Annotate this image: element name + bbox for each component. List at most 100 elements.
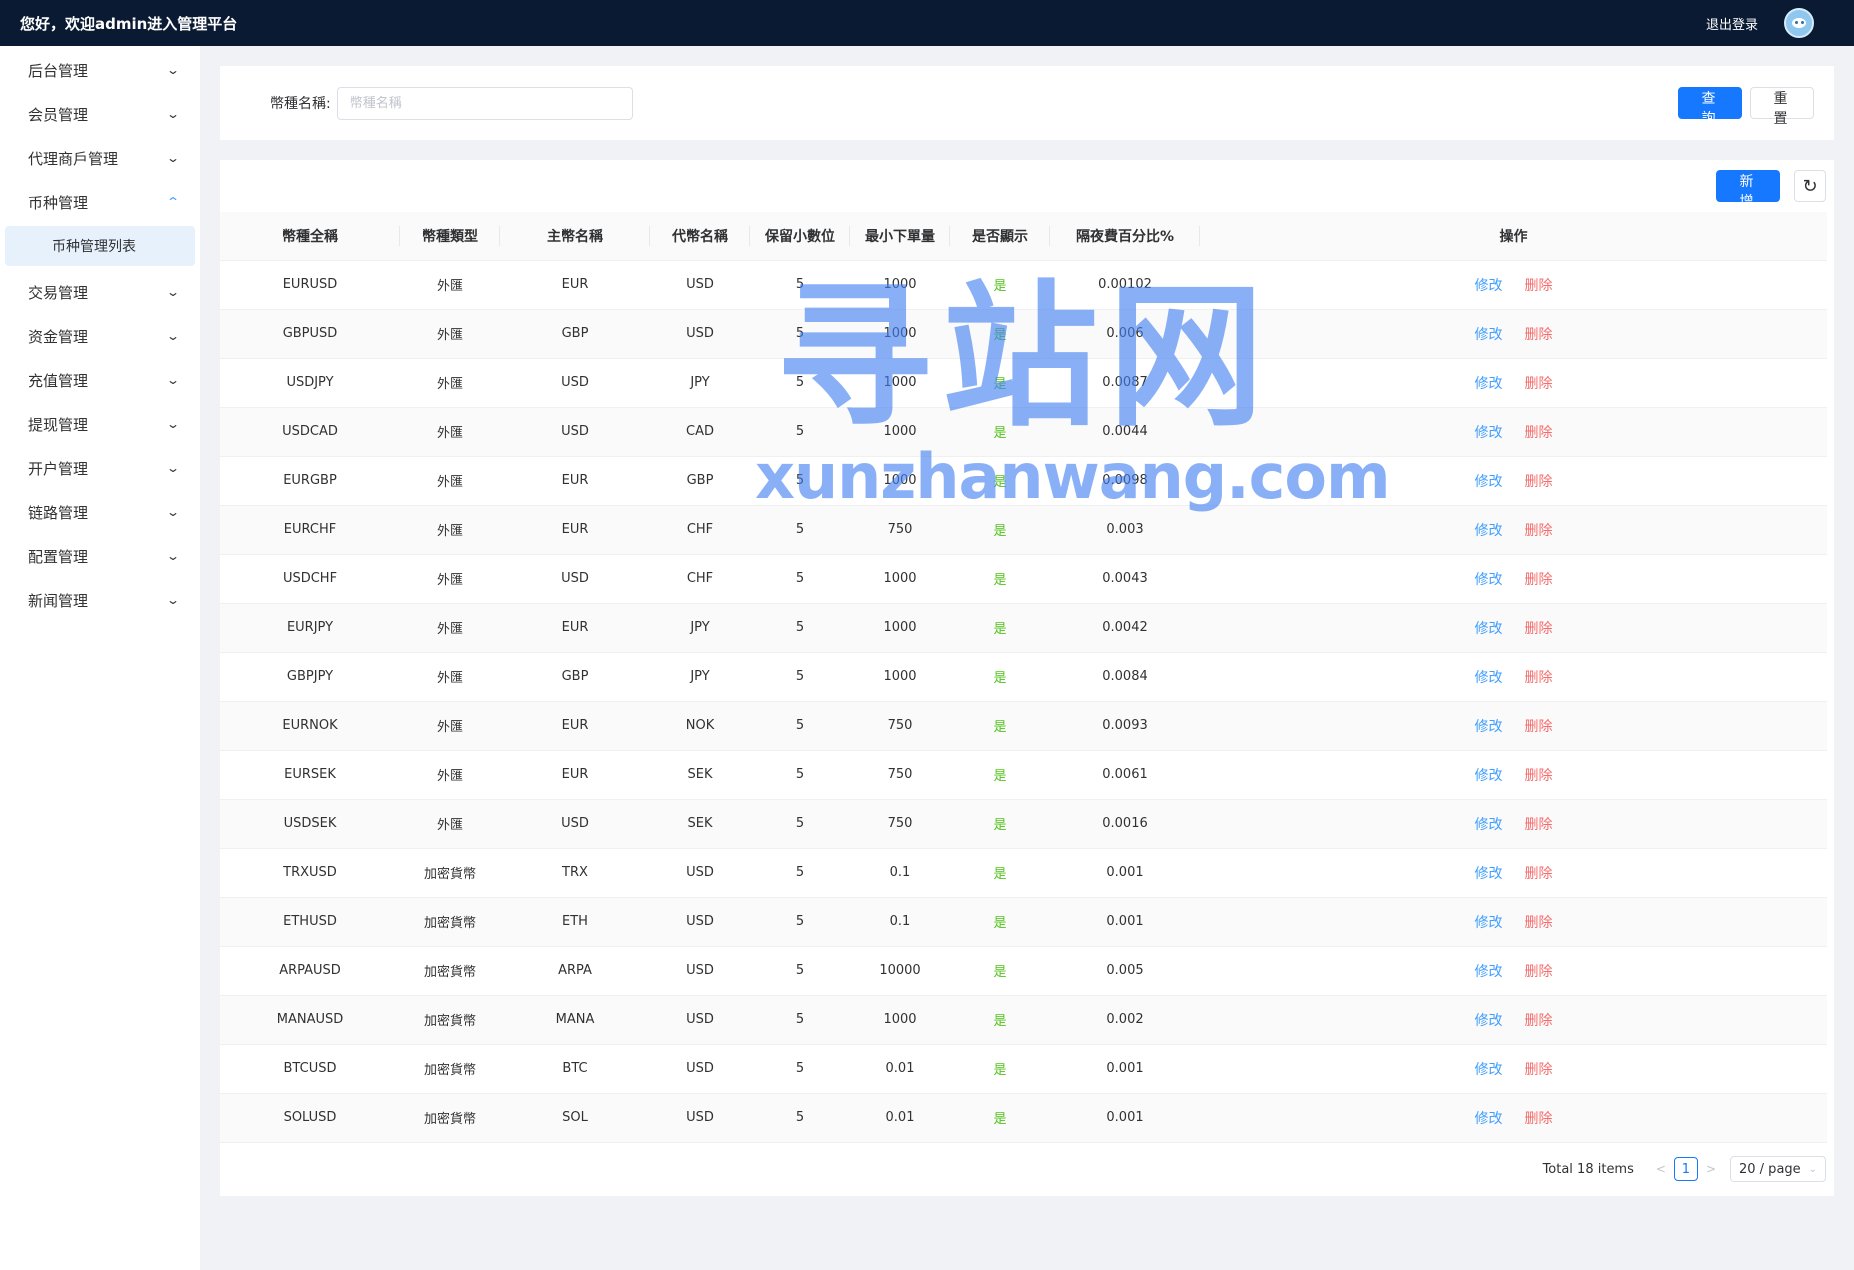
sidebar-item-funds[interactable]: 资金管理 ⌄ xyxy=(0,314,200,358)
sidebar-item-account-open[interactable]: 开户管理 ⌄ xyxy=(0,446,200,490)
sidebar-item-currency[interactable]: 币种管理 ⌃ xyxy=(0,180,200,224)
table-cell: USD xyxy=(500,554,650,604)
table-cell: EUR xyxy=(500,603,650,653)
query-button[interactable]: 查詢 xyxy=(1678,87,1742,127)
edit-link[interactable]: 修改 xyxy=(1475,327,1503,343)
table-cell: 0.0044 xyxy=(1050,407,1200,457)
sidebar-item-config[interactable]: 配置管理 ⌄ xyxy=(0,534,200,578)
delete-link[interactable]: 删除 xyxy=(1525,768,1553,784)
sidebar-item-trading[interactable]: 交易管理 ⌄ xyxy=(0,270,200,314)
next-page-icon[interactable]: > xyxy=(1706,1162,1716,1176)
table-cell: EURCHF xyxy=(220,505,400,555)
chevron-down-icon: ⌄ xyxy=(165,107,181,121)
page-number[interactable]: 1 xyxy=(1673,1157,1698,1181)
edit-link[interactable]: 修改 xyxy=(1475,523,1503,539)
delete-link[interactable]: 删除 xyxy=(1525,523,1553,539)
column-header: 隔夜費百分比% xyxy=(1050,212,1200,261)
sidebar-item-withdraw[interactable]: 提现管理 ⌄ xyxy=(0,402,200,446)
chevron-down-icon: ⌄ xyxy=(165,461,181,475)
table-cell: USD xyxy=(650,848,750,898)
edit-link[interactable]: 修改 xyxy=(1475,817,1503,833)
edit-link[interactable]: 修改 xyxy=(1475,1013,1503,1029)
table-cell: 0.006 xyxy=(1050,309,1200,359)
sidebar-item-label: 提现管理 xyxy=(28,415,89,434)
sidebar-item-members[interactable]: 会员管理 ⌄ xyxy=(0,92,200,136)
delete-link[interactable]: 删除 xyxy=(1525,866,1553,882)
table-cell: 5 xyxy=(750,407,850,457)
table-cell: 1000 xyxy=(850,456,950,506)
add-button[interactable]: 新增 xyxy=(1716,170,1780,210)
sidebar-item-agents[interactable]: 代理商戶管理 ⌄ xyxy=(0,136,200,180)
currency-name-label: 幣種名稱: xyxy=(270,96,331,112)
edit-link[interactable]: 修改 xyxy=(1475,278,1503,294)
delete-link[interactable]: 删除 xyxy=(1525,327,1553,343)
currency-table: 幣種全稱 幣種類型 主幣名稱 代幣名稱 保留小數位 最小下單量 是否顯示 隔夜費百分比% 操作 … xyxy=(220,212,1827,1143)
actions-cell: 修改 删除 xyxy=(1200,652,1827,702)
table-row: SOLUSD 加密貨幣 SOL USD 5 0.01 是 0.001 修改 删除 xyxy=(220,1093,1827,1143)
table-cell: 5 xyxy=(750,456,850,506)
edit-link[interactable]: 修改 xyxy=(1475,621,1503,637)
table-cell: USD xyxy=(500,407,650,457)
delete-link[interactable]: 删除 xyxy=(1525,425,1553,441)
sidebar-subitem-currency-list[interactable]: 币种管理列表 xyxy=(5,226,195,266)
table-body: EURUSD 外匯 EUR USD 5 1000 是 0.00102 修改 删除 GBPUSD 外匯 G… xyxy=(220,260,1827,1143)
column-header: 保留小數位 xyxy=(750,212,850,261)
table-row: GBPUSD 外匯 GBP USD 5 1000 是 0.006 修改 删除 xyxy=(220,309,1827,359)
table-cell: USD xyxy=(500,358,650,408)
delete-link[interactable]: 删除 xyxy=(1525,1013,1553,1029)
reset-button[interactable]: 重置 xyxy=(1750,87,1814,127)
table-cell: 750 xyxy=(850,701,950,751)
actions-cell: 修改 删除 xyxy=(1200,1093,1827,1143)
sidebar-item-news[interactable]: 新闻管理 ⌄ xyxy=(0,578,200,622)
sidebar-item-links[interactable]: 链路管理 ⌄ xyxy=(0,490,200,534)
delete-link[interactable]: 删除 xyxy=(1525,474,1553,490)
table-cell: TRX xyxy=(500,848,650,898)
actions-cell: 修改 删除 xyxy=(1200,407,1827,457)
chevron-down-icon: ⌄ xyxy=(165,63,181,77)
logout-link[interactable]: 退出登录 xyxy=(1706,14,1758,33)
delete-link[interactable]: 删除 xyxy=(1525,278,1553,294)
table-cell: 5 xyxy=(750,1044,850,1094)
edit-link[interactable]: 修改 xyxy=(1475,964,1503,980)
edit-link[interactable]: 修改 xyxy=(1475,572,1503,588)
edit-link[interactable]: 修改 xyxy=(1475,425,1503,441)
sidebar-item-backend[interactable]: 后台管理 ⌄ xyxy=(0,48,200,92)
sidebar-item-label: 交易管理 xyxy=(28,283,89,302)
table-cell: 5 xyxy=(750,848,850,898)
actions-cell: 修改 删除 xyxy=(1200,897,1827,947)
delete-link[interactable]: 删除 xyxy=(1525,572,1553,588)
avatar-icon[interactable] xyxy=(1784,8,1814,38)
actions-cell: 修改 删除 xyxy=(1200,799,1827,849)
edit-link[interactable]: 修改 xyxy=(1475,719,1503,735)
delete-link[interactable]: 删除 xyxy=(1525,621,1553,637)
table-cell: 5 xyxy=(750,505,850,555)
page-size-select[interactable]: 20 / page ⌄ xyxy=(1730,1156,1826,1182)
edit-link[interactable]: 修改 xyxy=(1475,1111,1503,1127)
edit-link[interactable]: 修改 xyxy=(1475,866,1503,882)
delete-link[interactable]: 删除 xyxy=(1525,915,1553,931)
table-cell: 外匯 xyxy=(400,505,500,555)
edit-link[interactable]: 修改 xyxy=(1475,915,1503,931)
refresh-button[interactable]: ↻ xyxy=(1794,170,1826,202)
delete-link[interactable]: 删除 xyxy=(1525,719,1553,735)
edit-link[interactable]: 修改 xyxy=(1475,1062,1503,1078)
edit-link[interactable]: 修改 xyxy=(1475,376,1503,392)
sidebar-item-label: 新闻管理 xyxy=(28,591,89,610)
table-cell: ARPAUSD xyxy=(220,946,400,996)
delete-link[interactable]: 删除 xyxy=(1525,376,1553,392)
table-cell: 5 xyxy=(750,260,850,310)
prev-page-icon[interactable]: < xyxy=(1656,1162,1666,1176)
table-cell: 1000 xyxy=(850,358,950,408)
delete-link[interactable]: 删除 xyxy=(1525,1111,1553,1127)
table-cell: GBP xyxy=(650,456,750,506)
delete-link[interactable]: 删除 xyxy=(1525,1062,1553,1078)
delete-link[interactable]: 删除 xyxy=(1525,670,1553,686)
delete-link[interactable]: 删除 xyxy=(1525,817,1553,833)
edit-link[interactable]: 修改 xyxy=(1475,474,1503,490)
currency-name-input[interactable] xyxy=(336,86,633,120)
sidebar-item-deposit[interactable]: 充值管理 ⌄ xyxy=(0,358,200,402)
table-cell: GBP xyxy=(500,309,650,359)
edit-link[interactable]: 修改 xyxy=(1475,768,1503,784)
edit-link[interactable]: 修改 xyxy=(1475,670,1503,686)
delete-link[interactable]: 删除 xyxy=(1525,964,1553,980)
